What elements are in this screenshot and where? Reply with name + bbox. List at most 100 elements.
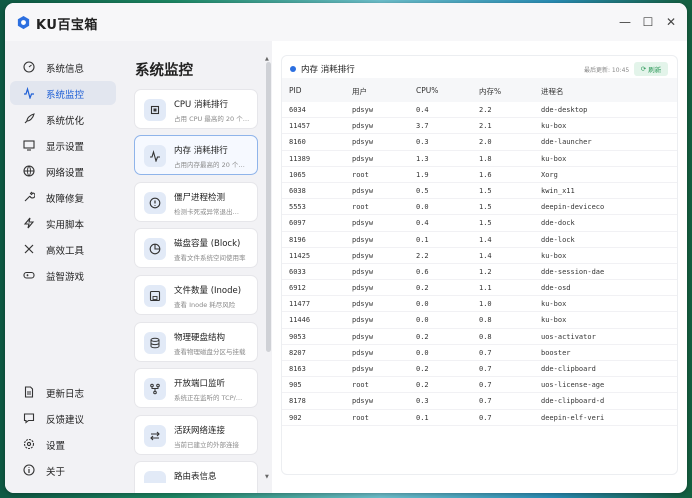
table-row[interactable]: 11425 pdsyw 2.2 1.4 ku-box xyxy=(282,248,677,264)
card-open-ports[interactable]: 开放端口监听 系统正在监听的 TCP/… xyxy=(134,368,258,408)
card-inode[interactable]: 文件数量 (Inode) 查看 Inode 耗尽风险 xyxy=(134,275,258,315)
minimize-button[interactable]: — xyxy=(615,12,635,32)
card-cpu-ranking[interactable]: CPU 消耗排行 占用 CPU 最高的 20 个… xyxy=(134,89,258,129)
sidebar-item-system-optimize[interactable]: 系统优化 xyxy=(10,107,116,131)
table-row[interactable]: 9053 pdsyw 0.2 0.8 uos-activator xyxy=(282,329,677,345)
table-row[interactable]: 6097 pdsyw 0.4 1.5 dde-dock xyxy=(282,215,677,232)
sidebar-item-label: 网络设置 xyxy=(46,168,85,179)
cell-process: ku-box xyxy=(541,300,567,309)
sidebar-item-about[interactable]: 关于 xyxy=(10,458,116,482)
table-row[interactable]: 11389 pdsyw 1.3 1.8 ku-box xyxy=(282,151,677,167)
sidebar-item-tools[interactable]: 高效工具 xyxy=(10,237,116,261)
cell-mem: 1.5 xyxy=(479,219,492,228)
card-desc: 检测卡死或异常退出… xyxy=(174,208,239,216)
category-scrollbar[interactable]: ▲ ▼ xyxy=(265,56,271,480)
table-row[interactable]: 11446 pdsyw 0.0 0.8 ku-box xyxy=(282,312,677,329)
sidebar-item-changelog[interactable]: 更新日志 xyxy=(10,380,116,404)
cell-pid: 1065 xyxy=(289,170,306,179)
maximize-button[interactable]: ☐ xyxy=(638,12,658,32)
sidebar-item-repair[interactable]: 故障修复 xyxy=(10,185,116,209)
table-row[interactable]: 6038 pdsyw 0.5 1.5 kwin_x11 xyxy=(282,183,677,200)
cell-user: pdsyw xyxy=(352,316,374,325)
cell-user: pdsyw xyxy=(352,348,374,357)
cell-pid: 8207 xyxy=(289,348,306,357)
cell-pid: 8196 xyxy=(289,235,306,244)
card-disk-block[interactable]: 磁盘容量 (Block) 查看文件系统空间使用率 xyxy=(134,228,258,268)
pulse-icon xyxy=(24,87,34,99)
table-row[interactable]: 8207 pdsyw 0.0 0.7 booster xyxy=(282,345,677,361)
cell-mem: 2.2 xyxy=(479,106,492,114)
table-row[interactable]: 905 root 0.2 0.7 uos-license-age xyxy=(282,377,677,394)
monitor-category-list: 系统监控 CPU 消耗排行 占用 CPU 最高的 20 个… 内存 消耗排行 占… xyxy=(120,41,272,493)
sidebar-item-feedback[interactable]: 反馈建议 xyxy=(10,406,116,430)
col-header-cpu[interactable]: CPU% xyxy=(416,86,438,95)
table-row[interactable]: 6912 pdsyw 0.2 1.1 dde-osd xyxy=(282,280,677,297)
cell-user: root xyxy=(352,381,369,390)
col-header-process[interactable]: 进程名 xyxy=(541,86,564,97)
table-row[interactable]: 11457 pdsyw 3.7 2.1 ku-box xyxy=(282,118,677,135)
close-button[interactable]: ✕ xyxy=(661,12,681,32)
table-row[interactable]: 8178 pdsyw 0.3 0.7 dde-clipboard-d xyxy=(282,393,677,410)
card-desc: 查看 Inode 耗尽风险 xyxy=(174,301,236,309)
app-title: KU百宝箱 xyxy=(36,18,98,33)
title-bar: KU百宝箱 — ☐ ✕ xyxy=(5,3,687,41)
table-row[interactable]: 902 root 0.1 0.7 deepin-elf-veri xyxy=(282,410,677,426)
cell-cpu: 0.2 xyxy=(416,365,429,373)
sidebar-item-games[interactable]: 益智游戏 xyxy=(10,263,116,287)
card-active-connections[interactable]: 活跃网络连接 当前已建立的外部连接 xyxy=(134,415,258,455)
sidebar-item-display[interactable]: 显示设置 xyxy=(10,133,116,157)
card-zombie-process[interactable]: 僵尸进程检测 检测卡死或异常退出… xyxy=(134,182,258,222)
sidebar-item-system-info[interactable]: 系统信息 xyxy=(10,55,116,79)
card-route-table[interactable]: 路由表信息 xyxy=(134,461,258,493)
col-header-pid[interactable]: PID xyxy=(289,86,302,95)
scroll-down-icon[interactable]: ▼ xyxy=(265,474,269,480)
sidebar-item-settings[interactable]: 设置 xyxy=(10,432,116,456)
card-title: CPU 消耗排行 xyxy=(174,100,228,110)
cell-pid: 11457 xyxy=(289,122,311,131)
monitor-icon xyxy=(23,140,35,151)
cell-pid: 8163 xyxy=(289,365,306,373)
card-memory-ranking[interactable]: 内存 消耗排行 占用内存最高的 20 个… xyxy=(134,135,258,175)
card-physical-disk[interactable]: 物理硬盘结构 查看物理磁盘分区与挂载 xyxy=(134,322,258,362)
sidebar-item-network[interactable]: 网络设置 xyxy=(10,159,116,183)
table-row[interactable]: 5553 root 0.0 1.5 deepin-deviceco xyxy=(282,199,677,216)
gamepad-icon xyxy=(23,271,35,279)
cell-mem: 1.1 xyxy=(479,284,492,293)
last-updated: 最后更新: 10:45 xyxy=(584,67,630,74)
table-row[interactable]: 11477 pdsyw 0.0 1.0 ku-box xyxy=(282,296,677,313)
sidebar-item-system-monitor[interactable]: 系统监控 xyxy=(10,81,116,105)
cell-user: root xyxy=(352,203,369,212)
cell-process: dde-lock xyxy=(541,235,575,244)
cell-cpu: 0.3 xyxy=(416,138,429,147)
memory-ranking-panel: 内存 消耗排行 最后更新: 10:45 ⟳ 刷新 PID 用户 CPU% 内存% … xyxy=(281,55,678,475)
sidebar-item-scripts[interactable]: 实用脚本 xyxy=(10,211,116,235)
scrollbar-thumb[interactable] xyxy=(266,62,271,352)
table-row[interactable]: 8163 pdsyw 0.2 0.7 dde-clipboard xyxy=(282,361,677,378)
database-icon xyxy=(144,332,166,354)
gauge-icon xyxy=(23,61,35,73)
page-title: 系统监控 xyxy=(135,63,193,79)
cell-process: deepin-elf-veri xyxy=(541,413,605,422)
cell-mem: 0.8 xyxy=(479,332,492,341)
cell-process: dde-dock xyxy=(541,219,575,228)
rocket-icon xyxy=(24,113,35,124)
refresh-button[interactable]: ⟳ 刷新 xyxy=(634,62,668,76)
table-row[interactable]: 6033 pdsyw 0.6 1.2 dde-session-dae xyxy=(282,264,677,281)
cell-process: deepin-deviceco xyxy=(541,203,605,212)
card-desc: 占用内存最高的 20 个… xyxy=(174,161,245,169)
col-header-mem[interactable]: 内存% xyxy=(479,86,501,97)
sidebar-item-label: 高效工具 xyxy=(46,246,85,257)
table-row[interactable]: 8160 pdsyw 0.3 2.0 dde-launcher xyxy=(282,134,677,151)
table-row[interactable]: 8196 pdsyw 0.1 1.4 dde-lock xyxy=(282,232,677,248)
card-desc: 当前已建立的外部连接 xyxy=(174,441,239,449)
process-table: PID 用户 CPU% 内存% 进程名 6034 pdsyw 0.4 2.2 dde-d… xyxy=(282,78,677,426)
card-title: 开放端口监听 xyxy=(174,379,226,389)
cell-cpu: 0.3 xyxy=(416,397,429,406)
col-header-user[interactable]: 用户 xyxy=(352,86,367,97)
cell-user: pdsyw xyxy=(352,219,374,228)
table-row[interactable]: 1065 root 1.9 1.6 Xorg xyxy=(282,167,677,183)
table-row[interactable]: 6034 pdsyw 0.4 2.2 dde-desktop xyxy=(282,102,677,119)
sidebar-item-label: 系统信息 xyxy=(46,64,85,75)
cell-process: booster xyxy=(541,348,571,357)
cell-cpu: 0.0 xyxy=(416,316,429,325)
